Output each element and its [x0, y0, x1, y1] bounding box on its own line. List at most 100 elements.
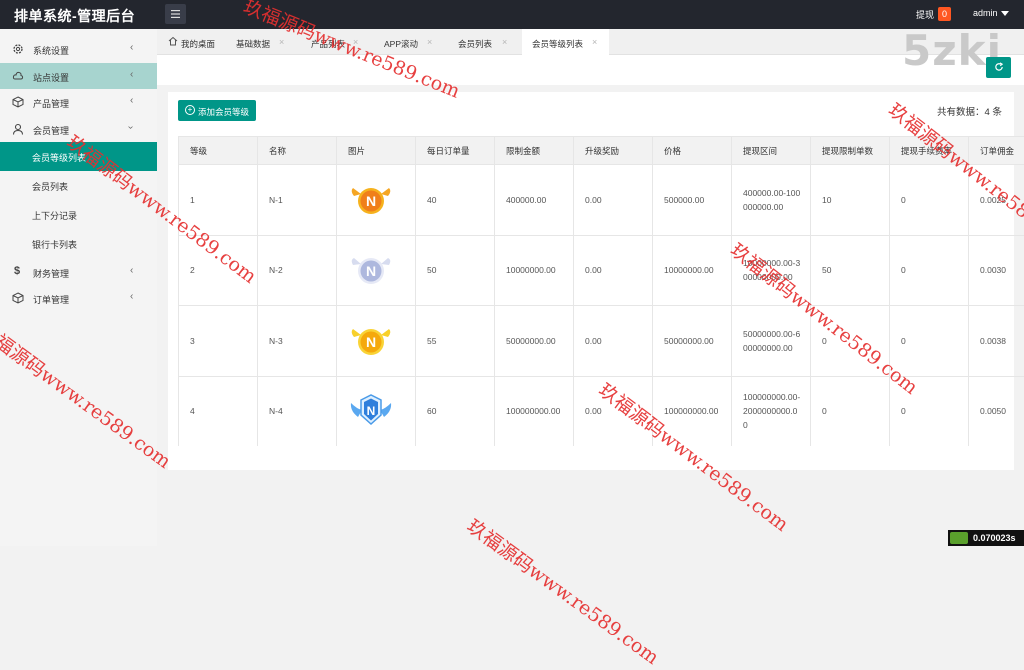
svg-text:N: N [366, 193, 376, 209]
hamburger-icon [171, 10, 180, 18]
cell-level: 1 [179, 165, 258, 236]
sidebar-subitem-balance-records[interactable]: 上下分记录 [0, 200, 157, 229]
cell-bonus: 0.00 [574, 165, 653, 236]
sidebar-item-finance[interactable]: $ 财务管理 ‹ [0, 259, 157, 285]
sidebar-item-member-management[interactable]: 会员管理 ‹ [0, 116, 157, 142]
cell-limit: 10000000.00 [495, 235, 574, 306]
cell-name: N-1 [258, 165, 337, 236]
tab-label: 我的桌面 [181, 38, 215, 50]
column-header: 提现限制单数 [811, 137, 890, 165]
refresh-button[interactable] [986, 57, 1011, 78]
cell-daily-orders: 50 [416, 235, 495, 306]
table-row: 4 N-4 N 60 100000000.00 0.00 100000000.0… [179, 376, 1024, 446]
plus-circle-icon: + [185, 105, 195, 115]
user-menu[interactable]: admin [973, 8, 998, 18]
sidebar-item-site-settings[interactable]: 站点设置 ‹ [0, 63, 157, 89]
cell-image: N [337, 165, 416, 236]
tab-label: APP滚动 [384, 38, 418, 50]
dollar-icon: $ [14, 265, 26, 277]
tab-basic-data[interactable]: 基础数据 × [225, 29, 298, 55]
gear-icon [12, 43, 24, 55]
close-icon[interactable]: × [427, 37, 432, 47]
close-icon[interactable]: × [502, 37, 507, 47]
tab-member-levels[interactable]: 会员等级列表 × [522, 29, 609, 55]
top-bar: 排单系统-管理后台 提现 0 admin [0, 0, 1024, 29]
cell-level: 2 [179, 235, 258, 306]
sidebar-subitem-member-list[interactable]: 会员列表 [0, 171, 157, 200]
column-header: 等级 [179, 137, 258, 165]
cell-name: N-4 [258, 376, 337, 446]
app-title: 排单系统-管理后台 [14, 6, 135, 26]
table-row: 2 N-2 N 50 10000000.00 0.00 10000000.00 … [179, 235, 1024, 306]
sidebar-subitem-label: 会员等级列表 [32, 151, 86, 164]
chevron-down-icon: ‹ [125, 126, 136, 129]
chevron-left-icon: ‹ [130, 69, 133, 80]
menu-toggle-button[interactable] [165, 4, 186, 24]
tab-product-list[interactable]: 产品列表 × [298, 29, 372, 55]
cell-range: 10000000.00-300000000.00 [732, 235, 811, 306]
column-header: 价格 [653, 137, 732, 165]
cell-withdraw-count: 50 [811, 235, 890, 306]
add-member-level-button[interactable]: + 添加会员等级 [178, 100, 256, 121]
cell-limit: 400000.00 [495, 165, 574, 236]
column-header: 名称 [258, 137, 337, 165]
cell-image: N [337, 376, 416, 446]
tab-app-scroll[interactable]: APP滚动 × [372, 29, 447, 55]
chevron-left-icon: ‹ [130, 265, 133, 276]
withdraw-count-badge: 0 [938, 7, 951, 21]
close-icon[interactable]: × [279, 37, 284, 47]
cell-daily-orders: 60 [416, 376, 495, 446]
cell-bonus: 0.00 [574, 376, 653, 446]
cell-daily-orders: 55 [416, 306, 495, 377]
tab-label: 会员等级列表 [532, 38, 583, 50]
tab-member-list[interactable]: 会员列表 × [447, 29, 522, 55]
timer-icon [950, 532, 968, 544]
chevron-left-icon: ‹ [130, 95, 133, 106]
sidebar-item-label: 会员管理 [33, 124, 69, 137]
column-header: 提现区间 [732, 137, 811, 165]
total-count: 共有数据：4 条 [937, 104, 1002, 118]
table-row: 3 N-3 N 55 50000000.00 0.00 50000000.00 … [179, 306, 1024, 377]
sidebar-item-product-management[interactable]: 产品管理 ‹ [0, 89, 157, 115]
cell-name: N-3 [258, 306, 337, 377]
table-header-row: 等级 名称 图片 每日订单量 限制金额 升级奖励 价格 提现区间 提现限制单数 … [179, 137, 1024, 165]
chevron-left-icon: ‹ [130, 291, 133, 302]
cell-image: N [337, 306, 416, 377]
sidebar-subitem-member-levels[interactable]: 会员等级列表 [0, 142, 157, 171]
cell-fee: 0 [890, 165, 969, 236]
tab-my-desktop[interactable]: 我的桌面 [157, 29, 225, 55]
sidebar-subitem-label: 会员列表 [32, 180, 68, 193]
sidebar-item-label: 订单管理 [33, 293, 69, 306]
cell-fee: 0 [890, 376, 969, 446]
cell-commission: 0.0025 [969, 165, 1024, 236]
svg-text:N: N [366, 263, 376, 279]
tab-label: 产品列表 [311, 38, 345, 50]
sidebar-item-label: 系统设置 [33, 44, 69, 57]
sidebar-subitem-label: 上下分记录 [32, 209, 77, 222]
cell-bonus: 0.00 [574, 306, 653, 377]
sidebar-item-label: 产品管理 [33, 97, 69, 110]
sidebar-item-orders[interactable]: 订单管理 ‹ [0, 285, 157, 311]
cell-fee: 0 [890, 306, 969, 377]
cell-commission: 0.0030 [969, 235, 1024, 306]
sidebar-item-system-settings[interactable]: 系统设置 ‹ [0, 36, 157, 62]
column-header: 升级奖励 [574, 137, 653, 165]
cell-image: N [337, 235, 416, 306]
caret-down-icon[interactable] [1001, 11, 1009, 16]
refresh-icon [994, 62, 1004, 72]
medal-yellow-badge-icon: N [348, 323, 394, 359]
close-icon[interactable]: × [353, 37, 358, 47]
medal-gold-badge-icon: N [348, 182, 394, 218]
sidebar-subitem-bank-cards[interactable]: 银行卡列表 [0, 229, 157, 258]
withdraw-link[interactable]: 提现 [916, 8, 934, 21]
member-level-table-wrap[interactable]: 等级 名称 图片 每日订单量 限制金额 升级奖励 价格 提现区间 提现限制单数 … [178, 136, 1024, 446]
cell-commission: 0.0050 [969, 376, 1024, 446]
column-header: 每日订单量 [416, 137, 495, 165]
cell-daily-orders: 40 [416, 165, 495, 236]
column-header: 图片 [337, 137, 416, 165]
close-icon[interactable]: × [592, 37, 597, 47]
box-icon [12, 292, 24, 304]
cell-limit: 100000000.00 [495, 376, 574, 446]
site-icon [12, 70, 24, 82]
column-header: 限制金额 [495, 137, 574, 165]
